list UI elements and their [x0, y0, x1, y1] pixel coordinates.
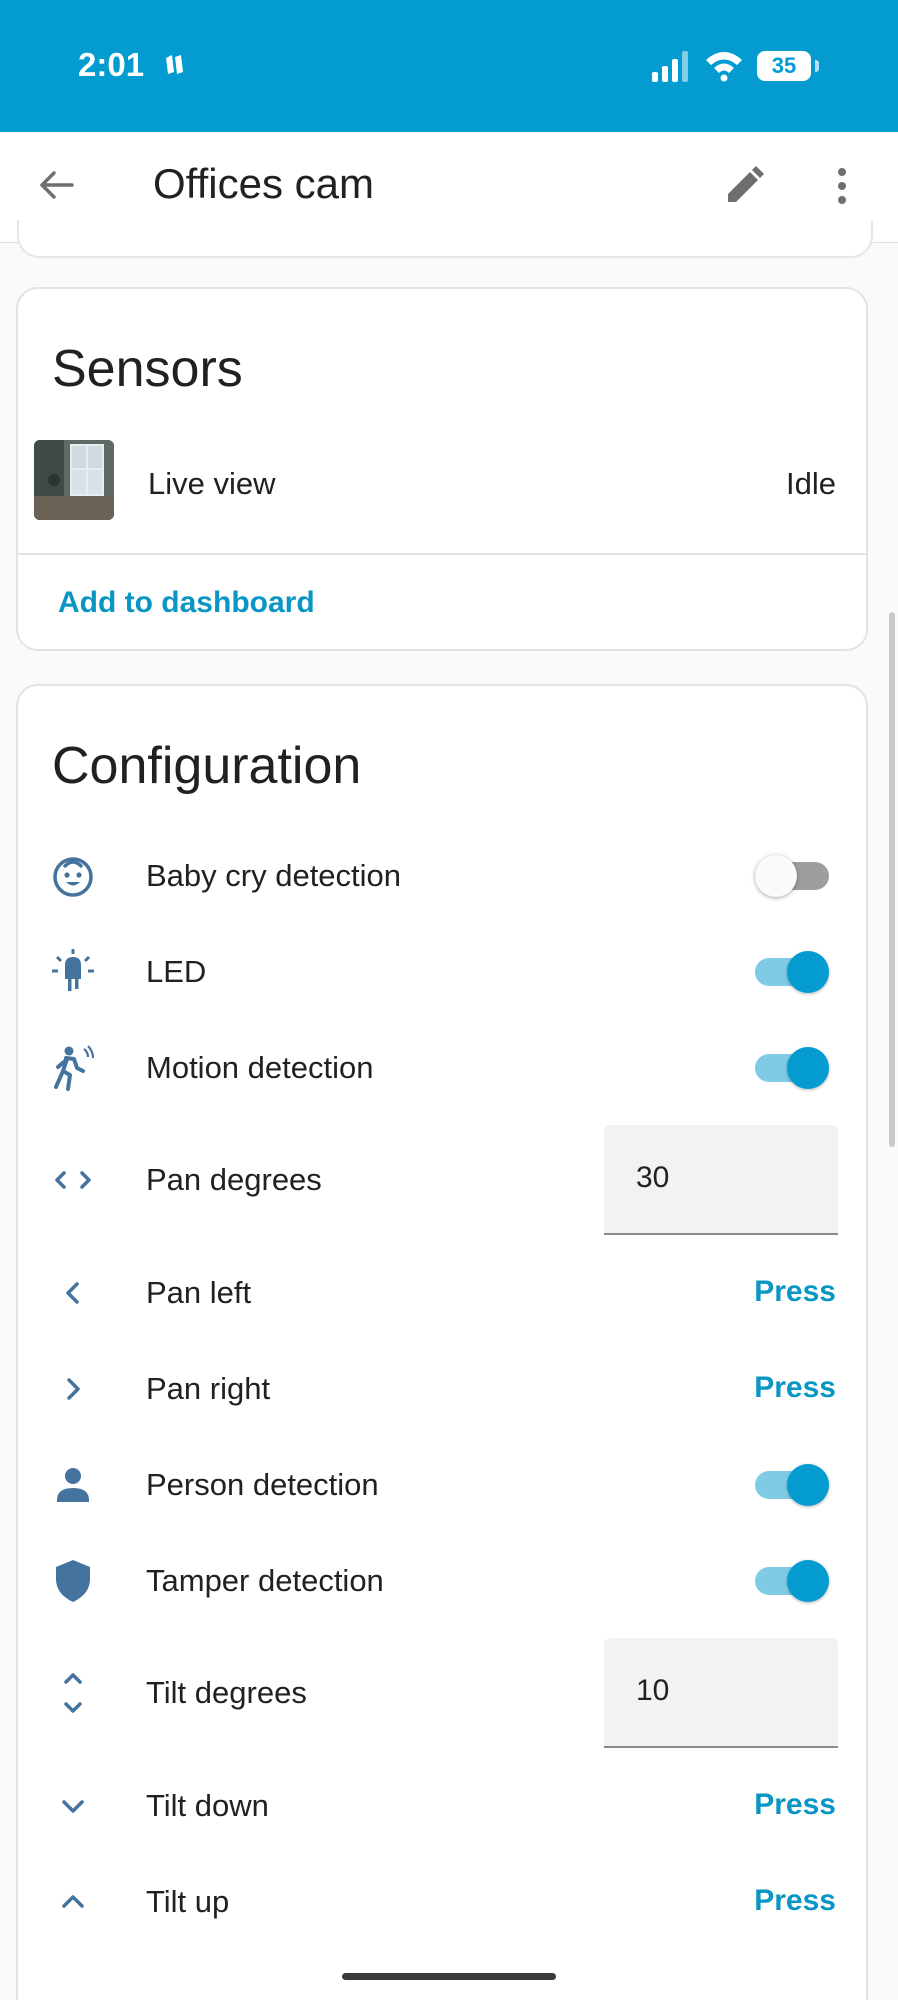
pan-right-press-button[interactable]: Press: [736, 1371, 836, 1405]
person-detection-toggle[interactable]: [755, 1461, 829, 1507]
pan-degrees-label: Pan degrees: [146, 1162, 322, 1197]
motion-detection-toggle[interactable]: [755, 1044, 829, 1090]
page-title: Offices cam: [153, 160, 374, 207]
add-to-dashboard-link[interactable]: Add to dashboard: [58, 586, 315, 620]
notification-icon: [162, 52, 188, 78]
live-view-label[interactable]: Live view: [148, 466, 276, 502]
camera-thumbnail[interactable]: [34, 440, 114, 520]
led-label: LED: [146, 954, 207, 989]
pan-degrees-input[interactable]: 30: [604, 1125, 838, 1235]
more-vertical-icon[interactable]: [822, 164, 862, 208]
chevron-right-icon: [50, 1366, 96, 1412]
tilt-down-label: Tilt down: [146, 1788, 269, 1823]
chevron-left-icon: [50, 1270, 96, 1316]
status-bar: 2:01 35: [0, 0, 898, 132]
tilt-up-press-button[interactable]: Press: [736, 1884, 836, 1918]
pan-vertical-icon: [50, 1670, 96, 1716]
wifi-icon: [704, 48, 744, 82]
motion-detection-label: Motion detection: [146, 1050, 374, 1085]
divider: [18, 553, 866, 555]
previous-card-edge: [17, 220, 873, 258]
live-view-state: Idle: [786, 466, 836, 501]
person-detection-label: Person detection: [146, 1467, 379, 1502]
battery-tip: [815, 60, 819, 72]
signal-icon: [650, 48, 692, 82]
tamper-detection-label: Tamper detection: [146, 1563, 384, 1598]
pan-left-label: Pan left: [146, 1275, 252, 1310]
baby-cry-detection-label: Baby cry detection: [146, 858, 402, 893]
tamper-detection-toggle[interactable]: [755, 1557, 829, 1603]
home-indicator[interactable]: [342, 1973, 556, 1980]
tilt-degrees-input[interactable]: 10: [604, 1638, 838, 1748]
motion-sensor-icon: [50, 1045, 96, 1091]
tilt-degrees-value: 10: [636, 1674, 670, 1707]
battery-icon: 35: [757, 51, 811, 81]
back-arrow-icon[interactable]: [36, 165, 76, 205]
status-time: 2:01: [78, 46, 145, 83]
pan-horizontal-icon: [50, 1157, 96, 1203]
sensors-title: Sensors: [52, 340, 243, 398]
configuration-title: Configuration: [52, 737, 362, 795]
baby-cry-detection-toggle[interactable]: [755, 852, 829, 898]
tilt-up-label: Tilt up: [146, 1884, 230, 1919]
pan-degrees-value: 30: [636, 1161, 670, 1194]
sensors-card: Sensors Live view Idle Add to dashboard: [16, 287, 868, 651]
led-icon: [50, 949, 96, 995]
chevron-down-icon: [50, 1783, 96, 1829]
pan-left-press-button[interactable]: Press: [736, 1275, 836, 1309]
tilt-down-press-button[interactable]: Press: [736, 1788, 836, 1822]
tilt-degrees-label: Tilt degrees: [146, 1675, 307, 1710]
pencil-icon[interactable]: [722, 164, 766, 208]
led-toggle[interactable]: [755, 948, 829, 994]
pan-right-label: Pan right: [146, 1371, 271, 1406]
shield-icon: [50, 1558, 96, 1604]
scrollbar[interactable]: [889, 612, 895, 1147]
baby-face-icon: [50, 853, 96, 899]
chevron-up-icon: [50, 1879, 96, 1925]
person-icon: [50, 1462, 96, 1508]
